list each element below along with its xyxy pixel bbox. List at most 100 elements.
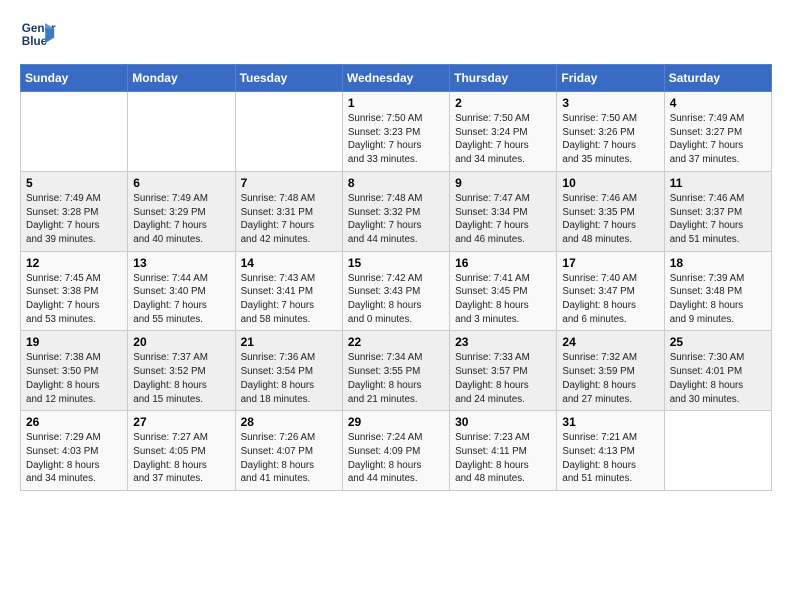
day-number: 24 (562, 335, 658, 349)
calendar-cell: 16 Sunrise: 7:41 AM Sunset: 3:45 PM Dayli… (450, 251, 557, 331)
day-number: 9 (455, 176, 551, 190)
day-number: 13 (133, 256, 229, 270)
day-number: 15 (348, 256, 444, 270)
day-info: Sunrise: 7:48 AM Sunset: 3:32 PM Dayligh… (348, 192, 444, 247)
day-info: Sunrise: 7:49 AM Sunset: 3:29 PM Dayligh… (133, 192, 229, 247)
day-number: 18 (670, 256, 766, 270)
calendar-cell: 9 Sunrise: 7:47 AM Sunset: 3:34 PM Daylig… (450, 171, 557, 251)
day-number: 20 (133, 335, 229, 349)
day-info: Sunrise: 7:49 AM Sunset: 3:28 PM Dayligh… (26, 192, 122, 247)
day-info: Sunrise: 7:44 AM Sunset: 3:40 PM Dayligh… (133, 272, 229, 327)
day-number: 26 (26, 415, 122, 429)
day-number: 28 (241, 415, 337, 429)
calendar-cell: 20 Sunrise: 7:37 AM Sunset: 3:52 PM Dayli… (128, 331, 235, 411)
weekday-header-row: SundayMondayTuesdayWednesdayThursdayFrid… (21, 65, 772, 92)
day-info: Sunrise: 7:50 AM Sunset: 3:24 PM Dayligh… (455, 112, 551, 167)
calendar-cell: 5 Sunrise: 7:49 AM Sunset: 3:28 PM Daylig… (21, 171, 128, 251)
day-info: Sunrise: 7:27 AM Sunset: 4:05 PM Dayligh… (133, 431, 229, 486)
calendar-cell: 19Sunrise: 7:38 AM Sunset: 3:50 PM Dayli… (21, 331, 128, 411)
day-info: Sunrise: 7:37 AM Sunset: 3:52 PM Dayligh… (133, 351, 229, 406)
day-number: 22 (348, 335, 444, 349)
day-info: Sunrise: 7:45 AM Sunset: 3:38 PM Dayligh… (26, 272, 122, 327)
day-info: Sunrise: 7:43 AM Sunset: 3:41 PM Dayligh… (241, 272, 337, 327)
calendar-cell (664, 411, 771, 491)
calendar-cell: 3 Sunrise: 7:50 AM Sunset: 3:26 PM Daylig… (557, 92, 664, 172)
calendar-cell: 6Sunrise: 7:49 AM Sunset: 3:29 PM Daylig… (128, 171, 235, 251)
day-number: 31 (562, 415, 658, 429)
logo-icon: General Blue (20, 16, 56, 52)
calendar-cell (21, 92, 128, 172)
day-info: Sunrise: 7:39 AM Sunset: 3:48 PM Dayligh… (670, 272, 766, 327)
day-info: Sunrise: 7:34 AM Sunset: 3:55 PM Dayligh… (348, 351, 444, 406)
day-number: 29 (348, 415, 444, 429)
calendar-cell: 15 Sunrise: 7:42 AM Sunset: 3:43 PM Dayli… (342, 251, 449, 331)
day-info: Sunrise: 7:29 AM Sunset: 4:03 PM Dayligh… (26, 431, 122, 486)
day-info: Sunrise: 7:32 AM Sunset: 3:59 PM Dayligh… (562, 351, 658, 406)
day-number: 14 (241, 256, 337, 270)
day-number: 23 (455, 335, 551, 349)
day-number: 5 (26, 176, 122, 190)
calendar-cell: 21 Sunrise: 7:36 AM Sunset: 3:54 PM Dayli… (235, 331, 342, 411)
weekday-header-monday: Monday (128, 65, 235, 92)
day-info: Sunrise: 7:42 AM Sunset: 3:43 PM Dayligh… (348, 272, 444, 327)
day-info: Sunrise: 7:26 AM Sunset: 4:07 PM Dayligh… (241, 431, 337, 486)
day-info: Sunrise: 7:48 AM Sunset: 3:31 PM Dayligh… (241, 192, 337, 247)
day-number: 2 (455, 96, 551, 110)
day-info: Sunrise: 7:50 AM Sunset: 3:26 PM Dayligh… (562, 112, 658, 167)
day-number: 3 (562, 96, 658, 110)
day-number: 7 (241, 176, 337, 190)
day-info: Sunrise: 7:46 AM Sunset: 3:37 PM Dayligh… (670, 192, 766, 247)
day-info: Sunrise: 7:40 AM Sunset: 3:47 PM Dayligh… (562, 272, 658, 327)
calendar-body: 1 Sunrise: 7:50 AM Sunset: 3:23 PM Daylig… (21, 92, 772, 491)
day-info: Sunrise: 7:41 AM Sunset: 3:45 PM Dayligh… (455, 272, 551, 327)
weekday-header-tuesday: Tuesday (235, 65, 342, 92)
day-number: 25 (670, 335, 766, 349)
header: General Blue (20, 16, 772, 52)
calendar-cell: 12 Sunrise: 7:45 AM Sunset: 3:38 PM Dayli… (21, 251, 128, 331)
day-number: 4 (670, 96, 766, 110)
svg-text:Blue: Blue (22, 35, 48, 48)
calendar-cell: 24 Sunrise: 7:32 AM Sunset: 3:59 PM Dayli… (557, 331, 664, 411)
day-info: Sunrise: 7:24 AM Sunset: 4:09 PM Dayligh… (348, 431, 444, 486)
day-number: 11 (670, 176, 766, 190)
calendar-week-row: 1 Sunrise: 7:50 AM Sunset: 3:23 PM Daylig… (21, 92, 772, 172)
day-number: 16 (455, 256, 551, 270)
day-number: 10 (562, 176, 658, 190)
calendar-cell: 17 Sunrise: 7:40 AM Sunset: 3:47 PM Dayli… (557, 251, 664, 331)
day-number: 30 (455, 415, 551, 429)
logo: General Blue (20, 16, 60, 52)
weekday-header-wednesday: Wednesday (342, 65, 449, 92)
calendar-cell: 11 Sunrise: 7:46 AM Sunset: 3:37 PM Dayli… (664, 171, 771, 251)
calendar-cell: 28 Sunrise: 7:26 AM Sunset: 4:07 PM Dayli… (235, 411, 342, 491)
weekday-header-sunday: Sunday (21, 65, 128, 92)
day-number: 17 (562, 256, 658, 270)
day-number: 12 (26, 256, 122, 270)
day-info: Sunrise: 7:38 AM Sunset: 3:50 PM Dayligh… (26, 351, 122, 406)
calendar-cell: 26 Sunrise: 7:29 AM Sunset: 4:03 PM Dayli… (21, 411, 128, 491)
weekday-header-friday: Friday (557, 65, 664, 92)
calendar-week-row: 5 Sunrise: 7:49 AM Sunset: 3:28 PM Daylig… (21, 171, 772, 251)
calendar-cell: 25Sunrise: 7:30 AM Sunset: 4:01 PM Dayli… (664, 331, 771, 411)
weekday-header-saturday: Saturday (664, 65, 771, 92)
calendar-week-row: 26 Sunrise: 7:29 AM Sunset: 4:03 PM Dayli… (21, 411, 772, 491)
calendar-cell: 23Sunrise: 7:33 AM Sunset: 3:57 PM Dayli… (450, 331, 557, 411)
day-info: Sunrise: 7:36 AM Sunset: 3:54 PM Dayligh… (241, 351, 337, 406)
day-number: 1 (348, 96, 444, 110)
calendar-cell: 13 Sunrise: 7:44 AM Sunset: 3:40 PM Dayli… (128, 251, 235, 331)
calendar-cell: 18 Sunrise: 7:39 AM Sunset: 3:48 PM Dayli… (664, 251, 771, 331)
weekday-header-thursday: Thursday (450, 65, 557, 92)
day-number: 21 (241, 335, 337, 349)
day-info: Sunrise: 7:47 AM Sunset: 3:34 PM Dayligh… (455, 192, 551, 247)
day-info: Sunrise: 7:49 AM Sunset: 3:27 PM Dayligh… (670, 112, 766, 167)
calendar-cell (235, 92, 342, 172)
calendar-cell: 10Sunrise: 7:46 AM Sunset: 3:35 PM Dayli… (557, 171, 664, 251)
calendar-cell (128, 92, 235, 172)
day-number: 8 (348, 176, 444, 190)
calendar-cell: 7 Sunrise: 7:48 AM Sunset: 3:31 PM Daylig… (235, 171, 342, 251)
calendar-cell: 2 Sunrise: 7:50 AM Sunset: 3:24 PM Daylig… (450, 92, 557, 172)
day-info: Sunrise: 7:21 AM Sunset: 4:13 PM Dayligh… (562, 431, 658, 486)
calendar-week-row: 19Sunrise: 7:38 AM Sunset: 3:50 PM Dayli… (21, 331, 772, 411)
day-info: Sunrise: 7:50 AM Sunset: 3:23 PM Dayligh… (348, 112, 444, 167)
calendar-cell: 30Sunrise: 7:23 AM Sunset: 4:11 PM Dayli… (450, 411, 557, 491)
calendar-cell: 27Sunrise: 7:27 AM Sunset: 4:05 PM Dayli… (128, 411, 235, 491)
